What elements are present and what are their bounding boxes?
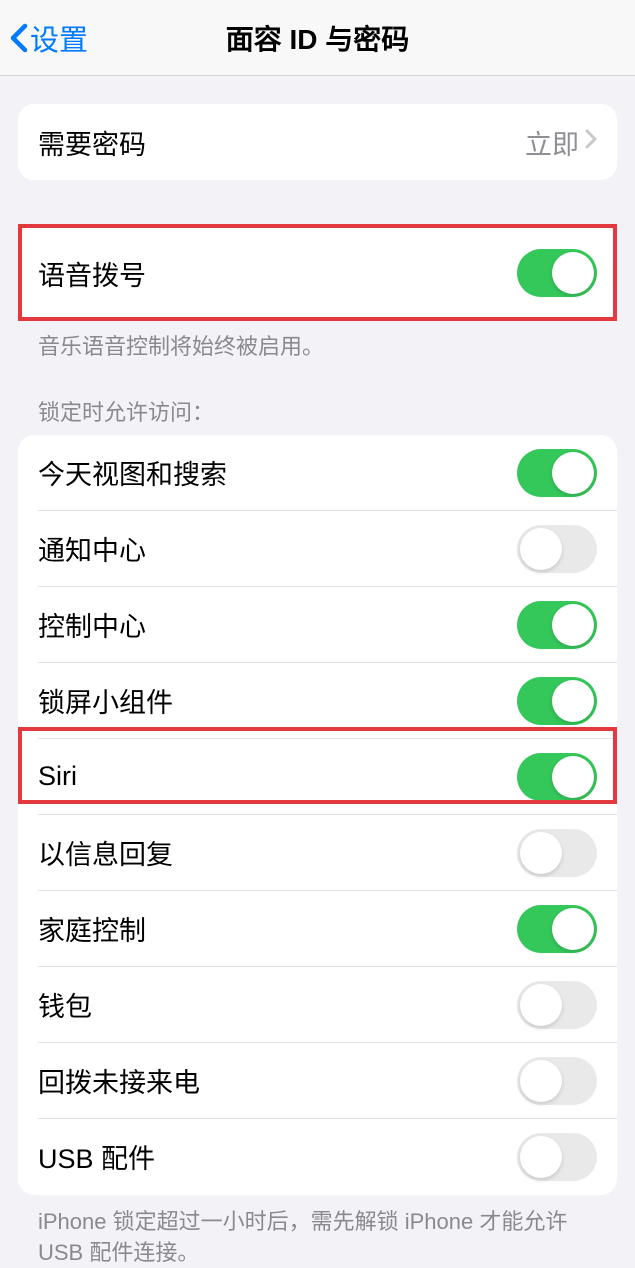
- locked-access-label: 回拨未接来电: [38, 1061, 517, 1100]
- locked-access-toggle[interactable]: [517, 829, 597, 877]
- locked-access-label: Siri: [38, 761, 517, 792]
- locked-access-row: 控制中心: [18, 587, 617, 663]
- require-passcode-row[interactable]: 需要密码 立即: [18, 104, 617, 180]
- locked-access-toggle[interactable]: [517, 753, 597, 801]
- locked-access-section: 今天视图和搜索通知中心控制中心锁屏小组件 Siri 以信息回复家庭控制钱包回拨未接来…: [18, 435, 617, 1195]
- locked-access-label: 钱包: [38, 985, 517, 1024]
- chevron-right-icon: [585, 128, 597, 156]
- locked-access-row: 锁屏小组件: [18, 663, 617, 739]
- locked-access-label: 以信息回复: [38, 833, 517, 872]
- nav-bar: 设置 面容 ID 与密码: [0, 0, 635, 76]
- back-button[interactable]: 设置: [0, 17, 88, 59]
- locked-access-row: 钱包: [18, 967, 617, 1043]
- locked-access-row: 以信息回复: [18, 815, 617, 891]
- locked-access-row: 通知中心: [18, 511, 617, 587]
- voice-dial-toggle[interactable]: [517, 249, 597, 297]
- locked-access-label: 今天视图和搜索: [38, 453, 517, 492]
- locked-access-row: 家庭控制: [18, 891, 617, 967]
- locked-access-toggle[interactable]: [517, 601, 597, 649]
- require-passcode-label: 需要密码: [38, 123, 525, 162]
- chevron-left-icon: [10, 23, 28, 53]
- locked-access-row: USB 配件: [18, 1119, 617, 1195]
- locked-access-row: 回拨未接来电: [18, 1043, 617, 1119]
- locked-access-label: 家庭控制: [38, 909, 517, 948]
- page-title: 面容 ID 与密码: [226, 18, 410, 58]
- locked-access-header: 锁定时允许访问：: [18, 363, 617, 435]
- voice-dial-row: 语音拨号: [18, 226, 617, 320]
- locked-access-toggle[interactable]: [517, 525, 597, 573]
- locked-access-toggle[interactable]: [517, 677, 597, 725]
- require-passcode-value: 立即: [525, 123, 579, 162]
- locked-access-toggle[interactable]: [517, 1133, 597, 1181]
- locked-access-toggle[interactable]: [517, 449, 597, 497]
- voice-dial-footer: 音乐语音控制将始终被启用。: [18, 320, 617, 363]
- locked-access-label: 通知中心: [38, 529, 517, 568]
- voice-dial-label: 语音拨号: [38, 254, 517, 293]
- usb-footer: iPhone 锁定超过一小时后，需先解锁 iPhone 才能允许 USB 配件连…: [18, 1195, 617, 1268]
- locked-access-toggle[interactable]: [517, 981, 597, 1029]
- locked-access-label: USB 配件: [38, 1137, 517, 1176]
- locked-access-label: 控制中心: [38, 605, 517, 644]
- voice-dial-section: 语音拨号: [18, 226, 617, 320]
- locked-access-label: 锁屏小组件: [38, 681, 517, 720]
- require-passcode-section: 需要密码 立即: [18, 104, 617, 180]
- locked-access-toggle[interactable]: [517, 1057, 597, 1105]
- back-label: 设置: [30, 17, 88, 59]
- locked-access-row: 今天视图和搜索: [18, 435, 617, 511]
- locked-access-row: Siri: [18, 739, 617, 815]
- locked-access-toggle[interactable]: [517, 905, 597, 953]
